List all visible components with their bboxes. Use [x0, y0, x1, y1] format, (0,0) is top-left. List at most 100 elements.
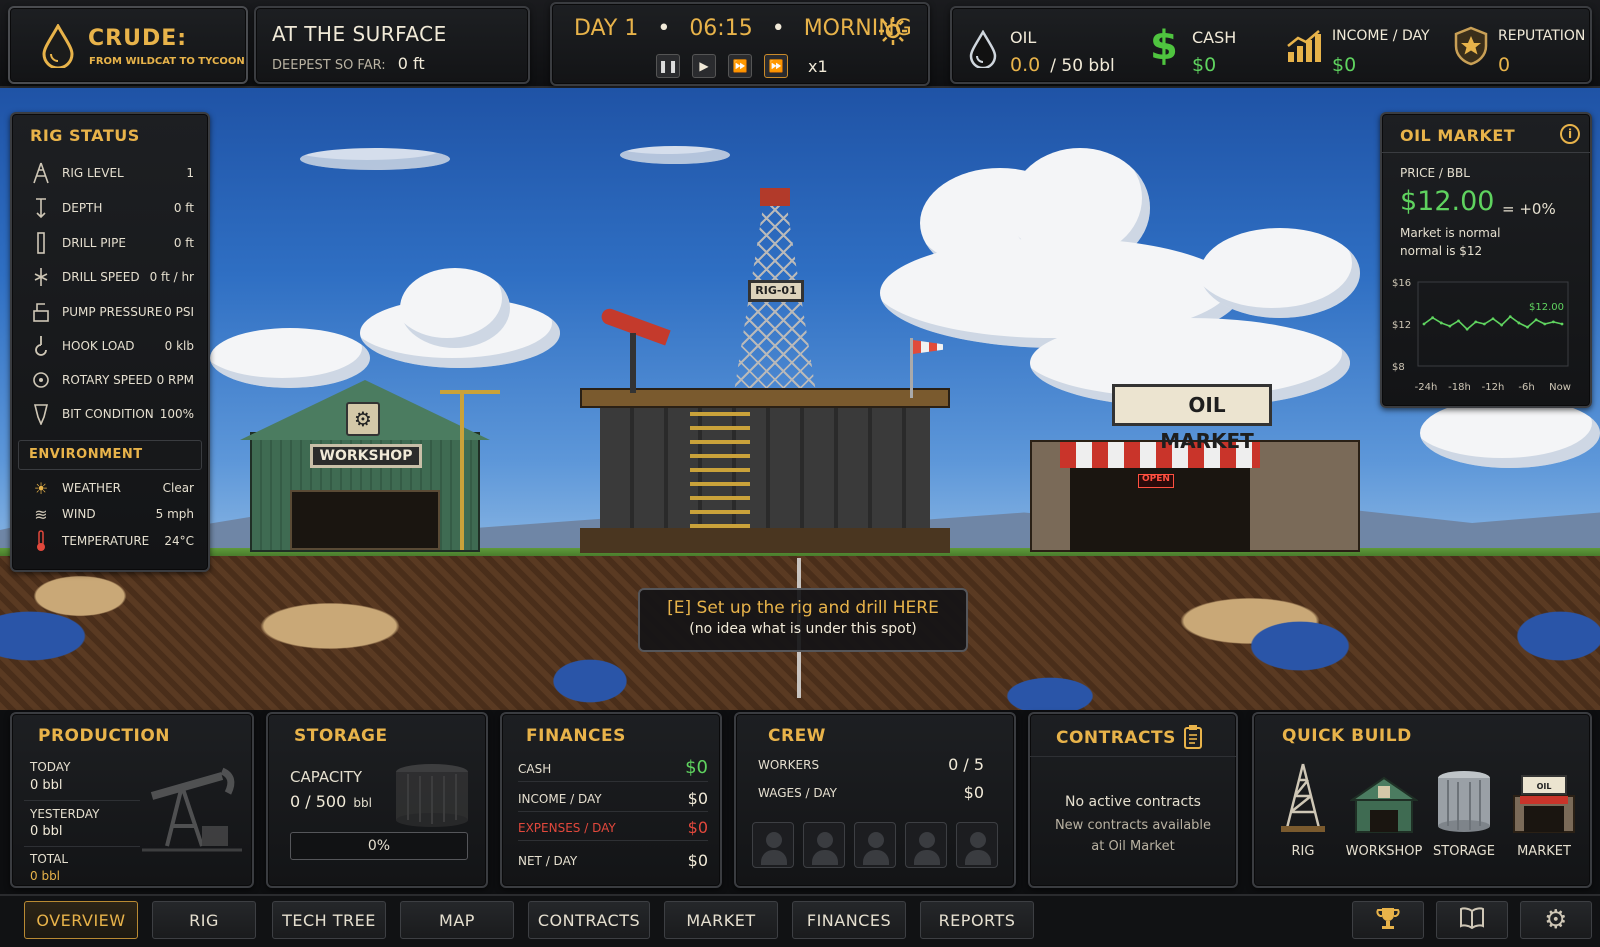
- market-normal-note: normal is $12: [1400, 244, 1483, 258]
- price-point: [1560, 322, 1564, 326]
- resources-panel: OIL 0.0 / 50 bbl $ CASH $0 INCOME / DAY …: [950, 6, 1592, 84]
- worker-slot-empty[interactable]: [752, 822, 794, 868]
- build-label: RIG: [1291, 844, 1315, 859]
- game-world-view[interactable]: ⚙ WORKSHOP RIG-01 OIL MARKET OPEN [E] Se…: [0, 88, 1600, 710]
- drill-bit-icon: [30, 266, 52, 288]
- reputation-resource: REPUTATION 0: [1454, 18, 1590, 78]
- stat-label: DRILL SPEED: [62, 270, 140, 284]
- fast-forward-button[interactable]: ⏩: [728, 54, 752, 78]
- today-label: TODAY: [30, 760, 71, 774]
- oil-value: 0.0: [1010, 54, 1041, 76]
- stat-value: 1: [186, 166, 194, 180]
- tab-rig[interactable]: RIG: [152, 901, 256, 939]
- build-storage-button[interactable]: STORAGE: [1424, 758, 1504, 876]
- production-panel: PRODUCTION TODAY 0 bbl YESTERDAY 0 bbl T…: [10, 712, 254, 888]
- location-panel: AT THE SURFACE DEEPEST SO FAR: 0 ft: [254, 6, 530, 84]
- income-label: INCOME / DAY: [1332, 28, 1430, 44]
- finance-value: $0: [687, 851, 708, 870]
- finance-label: NET / DAY: [518, 854, 578, 868]
- cash-value: $0: [1192, 54, 1217, 76]
- info-icon[interactable]: i: [1560, 124, 1580, 144]
- price-point: [1422, 322, 1426, 326]
- wind-icon: ≋: [34, 504, 48, 524]
- oil-resource: OIL 0.0 / 50 bbl: [966, 18, 1146, 78]
- no-contracts-text: No active contracts: [1065, 794, 1201, 810]
- cloud: [1420, 398, 1600, 468]
- tab-contracts[interactable]: CONTRACTS: [528, 901, 650, 939]
- reputation-label: REPUTATION: [1498, 28, 1586, 44]
- stat-value: 100%: [159, 407, 194, 421]
- cloud: [1200, 228, 1360, 318]
- worker-slot-empty[interactable]: [854, 822, 896, 868]
- price-label: PRICE / BBL: [1400, 166, 1470, 180]
- worker-slot-empty[interactable]: [956, 822, 998, 868]
- tab-overview[interactable]: OVERVIEW: [24, 901, 138, 939]
- brand-title: CRUDE:: [88, 26, 188, 51]
- pause-button[interactable]: ❚❚: [656, 54, 680, 78]
- today-value: 0 bbl: [30, 778, 63, 793]
- quick-build-title: QUICK BUILD: [1282, 726, 1412, 746]
- storage-tank-icon: [1434, 768, 1494, 838]
- price-point: [1543, 322, 1547, 326]
- oil-market-sign: OIL MARKET: [1112, 384, 1272, 453]
- env-temperature: TEMPERATURE 24°C: [30, 528, 194, 554]
- clock-readout: DAY 1 • 06:15 • MORNING: [574, 16, 912, 41]
- play-button[interactable]: ▶: [692, 54, 716, 78]
- worker-slot-empty[interactable]: [905, 822, 947, 868]
- environment-header: ENVIRONMENT: [18, 440, 202, 470]
- stat-drill-speed: DRILL SPEED 0 ft / hr: [30, 264, 194, 290]
- env-wind: ≋ WIND 5 mph: [30, 501, 194, 527]
- tab-reports[interactable]: REPORTS: [920, 901, 1034, 939]
- capacity-readout: 0 / 500 bbl: [290, 792, 372, 811]
- env-value: Clear: [162, 481, 194, 495]
- drill-prompt[interactable]: [E] Set up the rig and drill HERE (no id…: [638, 588, 968, 652]
- location-title: AT THE SURFACE: [272, 22, 447, 46]
- stat-depth: DEPTH 0 ft: [30, 195, 194, 221]
- stat-label: PUMP PRESSURE: [62, 305, 163, 319]
- guide-button[interactable]: [1436, 901, 1508, 939]
- oil-market-panel: OIL MARKET i PRICE / BBL $12.00 = +0% Ma…: [1380, 112, 1592, 408]
- shield-star-icon: [1454, 26, 1488, 70]
- clipboard-icon[interactable]: [1182, 724, 1204, 754]
- build-market-button[interactable]: OIL MARKET: [1504, 758, 1584, 876]
- finances-panel: FINANCES CASH $0 INCOME / DAY $0 EXPENSE…: [500, 712, 722, 888]
- oil-drop-icon: [968, 29, 998, 72]
- brand-badge: CRUDE: FROM WILDCAT TO TYCOON: [8, 6, 248, 84]
- depth-gauge-icon: [30, 197, 52, 219]
- gear-icon: ⚙: [1544, 905, 1568, 935]
- build-rig-button[interactable]: RIG: [1266, 758, 1340, 876]
- build-label: STORAGE: [1433, 844, 1495, 859]
- cash-resource: $ CASH $0: [1150, 18, 1270, 78]
- tab-finances[interactable]: FINANCES: [792, 901, 906, 939]
- env-value: 5 mph: [155, 507, 194, 521]
- deepest-value: 0 ft: [397, 54, 425, 73]
- price-point: [1551, 320, 1555, 324]
- price-history-chart: $16 $12 $8 -24h -18h -12h -6h Now $12.00: [1392, 278, 1571, 393]
- quick-build-panel: QUICK BUILD RIG WORKSHOP STORAGE OIL MAR…: [1252, 712, 1592, 888]
- settings-button[interactable]: ⚙: [1520, 901, 1592, 939]
- storage-percent: 0%: [367, 838, 391, 854]
- build-workshop-button[interactable]: WORKSHOP: [1344, 758, 1424, 876]
- oil-label: OIL: [1010, 28, 1037, 47]
- build-label: MARKET: [1517, 844, 1571, 859]
- tab-market[interactable]: MARKET: [664, 901, 778, 939]
- time-label: 06:15: [689, 16, 753, 41]
- speed-multiplier: x1: [808, 57, 828, 76]
- workshop-building[interactable]: ⚙ WORKSHOP: [240, 380, 500, 552]
- achievements-button[interactable]: [1352, 901, 1424, 939]
- fastest-forward-button[interactable]: ⏩: [764, 54, 788, 78]
- crew-title: CREW: [768, 726, 826, 746]
- book-icon: [1459, 907, 1485, 933]
- workers-label: WORKERS: [758, 758, 820, 772]
- drilling-rig[interactable]: RIG-01: [580, 188, 950, 553]
- y-tick-label: $16: [1392, 278, 1411, 289]
- oil-market-building[interactable]: OIL MARKET OPEN: [1030, 370, 1370, 552]
- stat-label: DRILL PIPE: [62, 236, 126, 250]
- oil-price: $12.00: [1400, 186, 1495, 217]
- income-value: $0: [1332, 54, 1357, 76]
- worker-slot-empty[interactable]: [803, 822, 845, 868]
- price-point: [1491, 317, 1495, 321]
- tab-tech-tree[interactable]: TECH TREE: [272, 901, 386, 939]
- market-icon: OIL: [1510, 772, 1578, 838]
- tab-map[interactable]: MAP: [400, 901, 514, 939]
